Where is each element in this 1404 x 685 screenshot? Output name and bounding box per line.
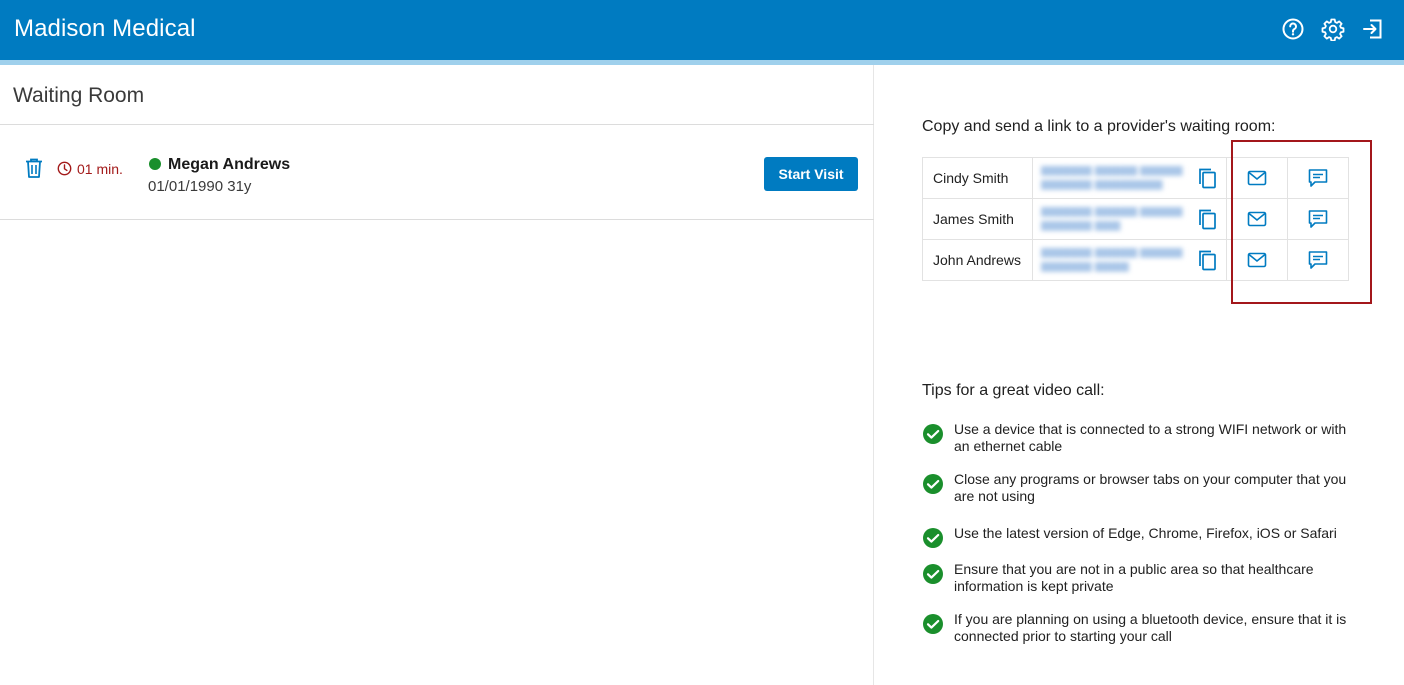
tip-text: Use the latest version of Edge, Chrome, …: [954, 525, 1337, 541]
copy-icon[interactable]: [1196, 208, 1218, 230]
email-cell: [1226, 239, 1288, 281]
provider-link-cell[interactable]: ▆▆▆▆▆▆ ▆▆▆▆▆ ▆▆▆▆▆ ▆▆▆▆▆▆ ▆▆▆▆: [1032, 239, 1189, 281]
wait-time: 01 min.: [77, 161, 123, 177]
page-title: Waiting Room: [13, 84, 145, 107]
copy-cell: [1188, 198, 1227, 240]
provider-links-table: Cindy Smith ▆▆▆▆▆▆ ▆▆▆▆▆ ▆▆▆▆▆ ▆▆▆▆▆▆ ▆▆…: [922, 157, 1349, 281]
copy-cell: [1188, 157, 1227, 199]
message-icon[interactable]: [1307, 167, 1329, 189]
divider: [0, 124, 874, 125]
tip-text: Ensure that you are not in a public area…: [954, 561, 1314, 594]
tip-text: Use a device that is connected to a stro…: [954, 421, 1347, 454]
divider: [0, 219, 874, 220]
text-message-cell: [1287, 198, 1349, 240]
email-icon[interactable]: [1246, 167, 1268, 189]
check-circle-icon: [922, 527, 944, 549]
settings-icon[interactable]: [1321, 17, 1345, 41]
blurred-link: ▆▆▆▆▆▆ ▆▆▆▆▆ ▆▆▆▆▆ ▆▆▆▆▆▆ ▆▆▆: [1041, 205, 1183, 231]
table-row: Cindy Smith ▆▆▆▆▆▆ ▆▆▆▆▆ ▆▆▆▆▆ ▆▆▆▆▆▆ ▆▆…: [922, 157, 1349, 199]
copy-cell: [1188, 239, 1227, 281]
provider-name: James Smith: [922, 198, 1033, 240]
check-circle-icon: [922, 473, 944, 495]
table-row: John Andrews ▆▆▆▆▆▆ ▆▆▆▆▆ ▆▆▆▆▆ ▆▆▆▆▆▆ ▆…: [922, 239, 1349, 281]
clock-icon: [57, 161, 72, 176]
message-icon[interactable]: [1307, 208, 1329, 230]
tips-heading: Tips for a great video call:: [922, 382, 1105, 399]
provider-link-cell[interactable]: ▆▆▆▆▆▆ ▆▆▆▆▆ ▆▆▆▆▆ ▆▆▆▆▆▆ ▆▆▆: [1032, 198, 1189, 240]
table-row: James Smith ▆▆▆▆▆▆ ▆▆▆▆▆ ▆▆▆▆▆ ▆▆▆▆▆▆ ▆▆…: [922, 198, 1349, 240]
start-visit-button[interactable]: Start Visit: [764, 157, 858, 191]
online-status-dot: [149, 158, 161, 170]
patient-name: Megan Andrews: [168, 156, 291, 173]
blurred-link: ▆▆▆▆▆▆ ▆▆▆▆▆ ▆▆▆▆▆ ▆▆▆▆▆▆ ▆▆▆▆: [1041, 246, 1183, 272]
help-icon[interactable]: [1281, 17, 1305, 41]
provider-links-heading: Copy and send a link to a provider's wai…: [922, 118, 1276, 135]
email-icon[interactable]: [1246, 249, 1268, 271]
copy-icon[interactable]: [1196, 249, 1218, 271]
check-circle-icon: [922, 423, 944, 445]
message-icon[interactable]: [1307, 249, 1329, 271]
provider-name: John Andrews: [922, 239, 1033, 281]
app-title: Madison Medical: [14, 15, 196, 42]
provider-name: Cindy Smith: [922, 157, 1033, 199]
logout-icon[interactable]: [1361, 17, 1385, 41]
tip-text: If you are planning on using a bluetooth…: [954, 611, 1347, 644]
provider-link-cell[interactable]: ▆▆▆▆▆▆ ▆▆▆▆▆ ▆▆▆▆▆ ▆▆▆▆▆▆ ▆▆▆▆▆▆▆▆: [1032, 157, 1189, 199]
email-cell: [1226, 157, 1288, 199]
trash-icon[interactable]: [24, 157, 44, 179]
app-header: Madison Medical: [0, 0, 1404, 60]
patient-dob-age: 01/01/1990 31y: [148, 178, 252, 195]
text-message-cell: [1287, 239, 1349, 281]
tip-text: Close any programs or browser tabs on yo…: [954, 471, 1347, 504]
waiting-room-panel: Waiting Room 01 min. Megan Andrews 01/01…: [0, 65, 874, 685]
copy-icon[interactable]: [1196, 167, 1218, 189]
text-message-cell: [1287, 157, 1349, 199]
email-icon[interactable]: [1246, 208, 1268, 230]
check-circle-icon: [922, 563, 944, 585]
check-circle-icon: [922, 613, 944, 635]
email-cell: [1226, 198, 1288, 240]
blurred-link: ▆▆▆▆▆▆ ▆▆▆▆▆ ▆▆▆▆▆ ▆▆▆▆▆▆ ▆▆▆▆▆▆▆▆: [1041, 164, 1183, 190]
